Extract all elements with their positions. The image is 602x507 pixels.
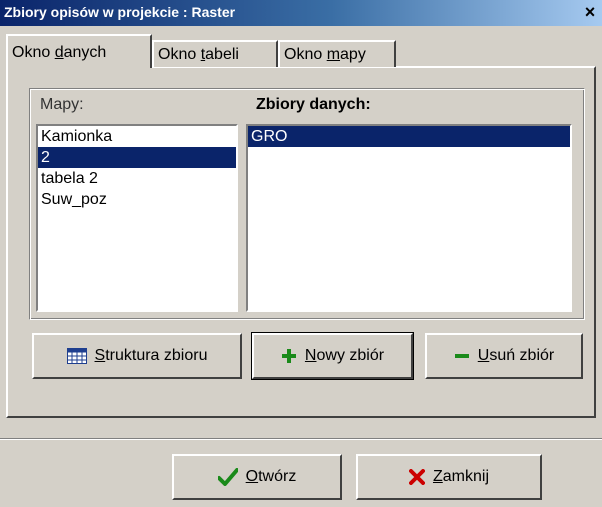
tab-label-mnemonic: m xyxy=(326,46,341,63)
button-label: amknij xyxy=(442,468,489,485)
button-label: twórz xyxy=(258,468,297,485)
nowy-zbior-button[interactable]: Nowy zbiór xyxy=(251,332,414,380)
tab-okno-tabeli[interactable]: Okno tabeli xyxy=(152,40,278,67)
tab-label: abeli xyxy=(205,46,239,63)
button-mnemonic: U xyxy=(477,347,490,364)
table-icon xyxy=(66,348,87,364)
dialog-window: Zbiory opisów w projekcie : Raster × Okn… xyxy=(0,0,602,507)
tab-label: Okno xyxy=(284,46,327,63)
footer-separator xyxy=(0,438,602,440)
map-list-item[interactable]: 2 xyxy=(38,147,236,168)
otworz-button[interactable]: Otwórz xyxy=(172,454,342,500)
maps-listbox[interactable]: Kamionka 2 tabela 2 Suw_poz xyxy=(36,124,238,312)
button-mnemonic: S xyxy=(94,347,106,364)
tab-label: Okno xyxy=(158,46,201,63)
map-list-item[interactable]: tabela 2 xyxy=(38,168,236,189)
plus-icon xyxy=(281,348,297,364)
tab-okno-danych[interactable]: Okno danych xyxy=(6,34,152,68)
tab-label: anych xyxy=(63,44,107,61)
minus-icon xyxy=(454,348,470,364)
button-label: owy zbiór xyxy=(316,347,385,364)
datasets-label: Zbiory danych: xyxy=(256,96,371,113)
dataset-list-item[interactable]: GRO xyxy=(248,126,570,147)
button-label: truktura zbioru xyxy=(105,347,208,364)
checkmark-icon xyxy=(217,468,238,486)
button-mnemonic: Z xyxy=(432,468,443,485)
tab-label-mnemonic: d xyxy=(54,44,64,61)
button-mnemonic: O xyxy=(245,468,259,485)
tab-okno-mapy[interactable]: Okno mapy xyxy=(278,40,396,67)
title-bar[interactable]: Zbiory opisów w projekcie : Raster × xyxy=(0,0,602,26)
close-icon[interactable]: × xyxy=(580,3,600,21)
button-label: suń zbiór xyxy=(489,347,555,364)
map-list-item[interactable]: Suw_poz xyxy=(38,189,236,210)
button-mnemonic: N xyxy=(304,347,317,364)
maps-label: Mapy: xyxy=(40,96,84,113)
struktura-zbioru-button[interactable]: Struktura zbioru xyxy=(32,333,242,379)
window-title: Zbiory opisów w projekcie : Raster xyxy=(4,4,236,20)
zamknij-button[interactable]: Zamknij xyxy=(356,454,542,500)
usun-zbior-button[interactable]: Usuń zbiór xyxy=(425,333,583,379)
map-list-item[interactable]: Kamionka xyxy=(38,126,236,147)
tab-label: apy xyxy=(340,46,366,63)
datasets-listbox[interactable]: GRO xyxy=(246,124,572,312)
tab-label: Okno xyxy=(12,44,55,61)
x-mark-icon xyxy=(408,469,425,485)
